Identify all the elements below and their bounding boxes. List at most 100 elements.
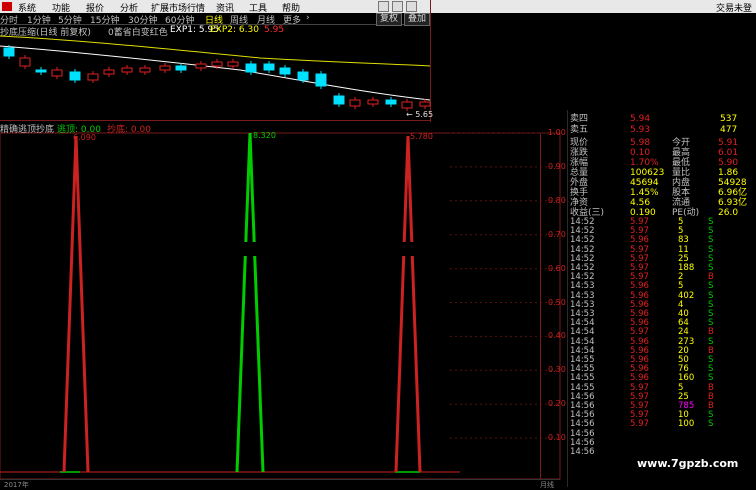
- candle: [139, 67, 151, 73]
- tick-flag: S: [708, 419, 714, 430]
- candle: [349, 99, 361, 107]
- y-axis-tick-label: 0.50: [548, 297, 566, 307]
- candle: [279, 67, 291, 75]
- tick-row: 14:56: [568, 438, 756, 448]
- stat-label: 今开: [672, 138, 691, 148]
- y-axis-tick-label: 1.00: [548, 128, 566, 137]
- y-axis-tick-label: 0.40: [548, 331, 566, 341]
- indicator-gridlines: [450, 132, 560, 439]
- candle: [385, 99, 397, 105]
- tick-price: 5.97: [630, 419, 649, 430]
- candle: [175, 65, 187, 71]
- candle: [35, 69, 47, 73]
- y-axis-tick-label: 0.70: [548, 229, 566, 239]
- tick-row: 14:52 5.97 188 S: [568, 264, 756, 273]
- y-axis-tick-label: 0.80: [548, 195, 566, 205]
- indicator-line2: 抄底: 0.00: [107, 125, 151, 135]
- stat-value: 26.0: [718, 208, 739, 218]
- stat-row: 收益(三) 0.190 PE(动) 26.0: [568, 208, 756, 218]
- tick-row: 14:56 5.97 25 B: [568, 392, 756, 402]
- stat-row: 现价 5.98 今开 5.91: [568, 138, 756, 148]
- y-axis-tick-label: 0.60: [548, 263, 566, 273]
- stat-label: 最低: [672, 158, 691, 168]
- tick-row: 14:56 5.97 785 B: [568, 402, 756, 411]
- stat-label: 量比: [672, 168, 691, 178]
- candle: [211, 61, 223, 67]
- candle: [3, 47, 15, 57]
- tick-row: 14:52 5.97 5 S: [568, 218, 756, 227]
- tick-row: 14:56 5.97 100 S: [568, 420, 756, 429]
- candle: [103, 69, 115, 75]
- stat-label: 股本: [672, 188, 691, 198]
- tick-row: 14:56 5.97 10 S: [568, 411, 756, 420]
- candlestick-series: [3, 45, 431, 111]
- stat-value: 6.96亿: [718, 188, 748, 198]
- tick-row: 14:52 5.97 2 B: [568, 273, 756, 282]
- tick-row: 14:55 5.96 160 S: [568, 374, 756, 383]
- stat-value: 6.93亿: [718, 198, 748, 208]
- candle: [245, 63, 257, 73]
- y-axis-tick-label: 0.10: [548, 433, 566, 443]
- stat-row: 净资 4.56 流通 6.93亿: [568, 198, 756, 208]
- candle: [159, 65, 171, 71]
- candle: [367, 99, 379, 105]
- stat-label: 内盘: [672, 178, 691, 188]
- stat-value: 1.86: [718, 168, 739, 178]
- stat-label: 流通: [672, 198, 691, 208]
- stat-value: 4.56: [630, 198, 651, 208]
- tick-row: 14:52 5.97 25 S: [568, 254, 756, 264]
- tick-row: 14:54 5.96 64 S: [568, 319, 756, 328]
- tick-row: 14:55 5.97 5 B: [568, 383, 756, 393]
- candle: [19, 57, 31, 67]
- stat-label: 净资: [570, 198, 589, 208]
- stat-value: 1.70%: [630, 158, 659, 168]
- bottom-fishing-peak: [235, 132, 265, 473]
- stat-value: 100623: [630, 168, 665, 178]
- candle: [87, 73, 99, 81]
- tick-row: 14:52 5.96 83 S: [568, 236, 756, 245]
- tick-volume: 100: [678, 419, 695, 430]
- tick-row: 14:53 5.96 40 S: [568, 310, 756, 319]
- candle: [263, 63, 275, 71]
- indicator-header: 精确逃顶抄底 逃顶: 0.00 抄底: 0.00: [0, 122, 430, 135]
- stat-label: 涨幅: [570, 158, 589, 168]
- stat-value: 5.98: [630, 138, 651, 148]
- stat-label: 换手: [570, 188, 589, 198]
- stat-row: 总量 100623 量比 1.86: [568, 168, 756, 178]
- tick-row: 14:55 5.96 50 S: [568, 356, 756, 365]
- escape-top-peak: [62, 135, 90, 473]
- footer-year: 2017年: [4, 481, 29, 489]
- sell4-row: 卖四 5.94 537: [570, 114, 738, 124]
- tick-row: 14:54 5.96 273 S: [568, 337, 756, 347]
- peak-label: 6.090: [73, 133, 96, 142]
- tick-row: 14:53 5.96 5 S: [568, 282, 756, 291]
- peak-label: 8.320: [253, 131, 276, 140]
- stat-value: 6.01: [718, 148, 739, 158]
- stat-value: 54928: [718, 178, 747, 188]
- candle: [401, 101, 413, 109]
- tick-time: 14:56: [570, 447, 595, 457]
- tick-row: 14:53 5.96 402 S: [568, 291, 756, 301]
- stat-label: 总量: [570, 168, 589, 178]
- tick-row: 14:52 5.97 5 S: [568, 227, 756, 236]
- candle: [69, 71, 81, 81]
- candle: [315, 73, 327, 87]
- candle: [195, 63, 207, 69]
- candle: [121, 67, 133, 73]
- stat-label: 涨跌: [570, 148, 589, 158]
- peak-label: 5.780: [410, 132, 433, 141]
- tick-row: 14:56: [568, 429, 756, 439]
- tick-row: 14:55 5.96 76 S: [568, 365, 756, 374]
- stat-row: 涨跌 0.10 最高 6.01: [568, 148, 756, 158]
- candle: [227, 61, 239, 67]
- candle: [297, 71, 309, 81]
- stat-label: 最高: [672, 148, 691, 158]
- candle: [51, 69, 63, 77]
- y-axis-tick-label: 0.20: [548, 399, 566, 409]
- watermark-text: www.7gpzb.com: [637, 457, 739, 470]
- candle: [333, 95, 345, 105]
- escape-top-peak: [394, 135, 422, 473]
- stat-value: 0.10: [630, 148, 651, 158]
- stat-label: 现价: [570, 138, 589, 148]
- tick-row: 14:54 5.97 24 B: [568, 328, 756, 337]
